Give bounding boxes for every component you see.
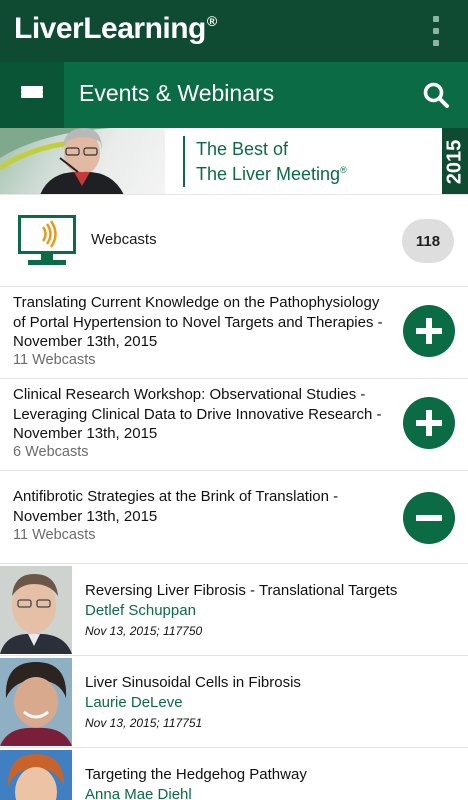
monitor-broadcast-icon [18, 215, 76, 265]
webcast-title: Targeting the Hedgehog Pathway [85, 766, 307, 783]
session-item[interactable]: Translating Current Knowledge on the Pat… [0, 287, 468, 379]
webcast-item[interactable]: Targeting the Hedgehog Pathway Anna Mae … [0, 748, 468, 800]
webcast-speaker[interactable]: Detlef Schuppan [85, 602, 196, 619]
webcast-item[interactable]: Reversing Liver Fibrosis - Translational… [0, 564, 468, 656]
menu-icon [21, 86, 43, 104]
session-title: Antifibrotic Strategies at the Brink of … [13, 488, 339, 525]
session-webcast-count: 6 Webcasts [13, 444, 89, 460]
webcasts-count-badge: 118 [402, 219, 454, 263]
webcast-title: Liver Sinusoidal Cells in Fibrosis [85, 674, 301, 691]
session-webcast-count: 11 Webcasts [13, 527, 96, 543]
webcasts-label: Webcasts [91, 231, 157, 248]
page-title: Events & Webinars [79, 80, 275, 106]
expand-button[interactable] [403, 397, 455, 449]
session-title: Clinical Research Workshop: Observationa… [13, 386, 382, 442]
app-logo: LiverLearning® [14, 12, 217, 45]
event-banner[interactable]: The Best of The Liver Meeting® 2015 [0, 128, 468, 195]
speaker-photo [0, 128, 165, 194]
menu-button[interactable] [0, 62, 64, 128]
app-bar: LiverLearning® [0, 0, 468, 62]
session-webcast-count: 11 Webcasts [13, 352, 96, 368]
session-title: Translating Current Knowledge on the Pat… [13, 294, 383, 350]
collapse-button[interactable] [403, 492, 455, 544]
speaker-thumbnail [0, 750, 72, 800]
webcast-title: Reversing Liver Fibrosis - Translational… [85, 582, 398, 599]
session-item[interactable]: Antifibrotic Strategies at the Brink of … [0, 471, 468, 564]
webcast-speaker[interactable]: Anna Mae Diehl [85, 786, 192, 800]
search-icon[interactable] [422, 81, 450, 109]
expand-button[interactable] [403, 305, 455, 357]
banner-divider [183, 136, 185, 187]
overflow-menu-icon[interactable] [430, 16, 442, 46]
webcast-meta: Nov 13, 2015; 117751 [85, 716, 203, 730]
toolbar: Events & Webinars [0, 62, 468, 128]
webcast-speaker[interactable]: Laurie DeLeve [85, 694, 183, 711]
webcast-item[interactable]: Liver Sinusoidal Cells in Fibrosis Lauri… [0, 656, 468, 748]
banner-year: 2015 [442, 128, 468, 194]
plus-icon [416, 318, 442, 344]
session-item[interactable]: Clinical Research Workshop: Observationa… [0, 379, 468, 471]
banner-title: The Best of The Liver Meeting® [196, 139, 347, 184]
speaker-thumbnail [0, 566, 72, 654]
speaker-thumbnail [0, 658, 72, 746]
webcast-meta: Nov 13, 2015; 117750 [85, 624, 203, 638]
minus-icon [416, 515, 442, 521]
plus-icon [416, 410, 442, 436]
webcasts-header[interactable]: Webcasts 118 [0, 195, 468, 287]
